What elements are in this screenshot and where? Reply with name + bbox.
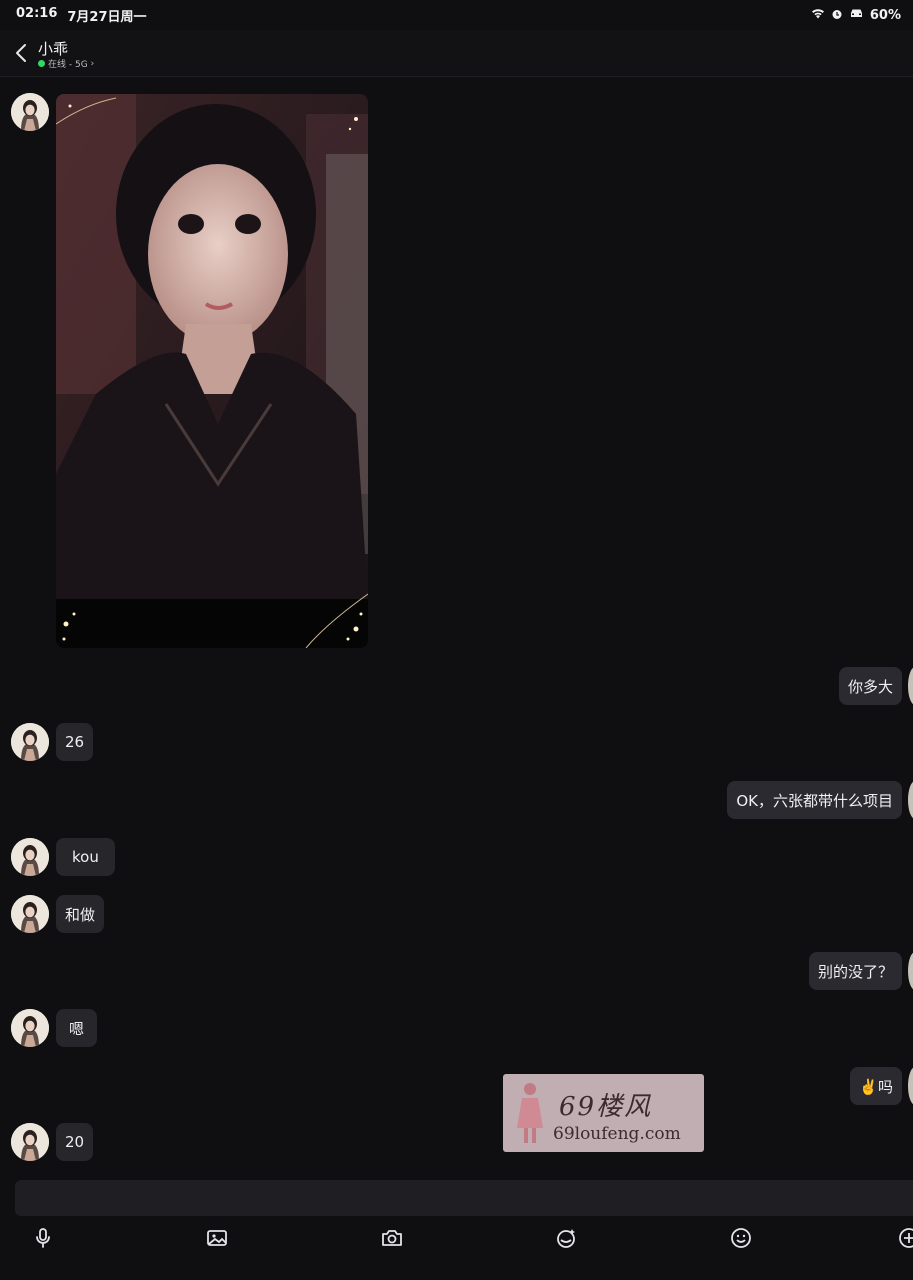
- gallery-button[interactable]: [201, 1222, 233, 1254]
- battery-text: 60%: [869, 7, 901, 23]
- online-indicator: [38, 60, 45, 67]
- watermark-title: 69楼风: [559, 1092, 653, 1122]
- back-button[interactable]: [8, 38, 34, 68]
- own-avatar[interactable]: [908, 667, 913, 705]
- watermark-figure-icon: [517, 1083, 543, 1143]
- plus-icon: [899, 1228, 913, 1248]
- incoming-message[interactable]: 20: [56, 1123, 94, 1161]
- own-avatar[interactable]: [908, 1067, 913, 1105]
- car-icon: [849, 8, 864, 22]
- contact-status-text: 在线 - 5G: [48, 60, 88, 70]
- outgoing-message[interactable]: 你多大: [838, 667, 902, 705]
- contact-avatar[interactable]: [11, 723, 49, 761]
- camera-icon: [382, 1230, 402, 1246]
- wifi-icon: [811, 8, 825, 22]
- status-bar: 02:16 7月27日周一 60%: [0, 0, 913, 30]
- voice-button[interactable]: [27, 1222, 59, 1254]
- status-time: 02:16: [16, 5, 58, 21]
- chat-header: 小乖 在线 - 5G ›: [0, 30, 913, 77]
- status-left: 02:16 7月27日周一: [16, 6, 147, 25]
- microphone-icon: [36, 1228, 50, 1248]
- contact-name[interactable]: 小乖: [38, 38, 68, 59]
- photo-message[interactable]: [56, 94, 368, 648]
- sticker-button[interactable]: [550, 1222, 582, 1254]
- camera-button[interactable]: [376, 1222, 408, 1254]
- contact-avatar[interactable]: [11, 93, 49, 131]
- contact-avatar[interactable]: [11, 1123, 49, 1161]
- emoji-icon: [731, 1228, 751, 1248]
- more-button[interactable]: [897, 1222, 913, 1254]
- own-avatar[interactable]: [908, 781, 913, 819]
- status-right: 60%: [811, 8, 901, 23]
- emoji-button[interactable]: [725, 1222, 757, 1254]
- outgoing-message[interactable]: 别的没了？: [808, 952, 902, 990]
- chevron-left-icon: [16, 44, 26, 62]
- alarm-icon: [831, 8, 843, 23]
- chevron-right-icon: ›: [90, 58, 95, 69]
- incoming-message[interactable]: 嗯: [56, 1009, 98, 1047]
- incoming-message[interactable]: kou: [56, 838, 115, 876]
- sticker-icon: [557, 1229, 575, 1248]
- outgoing-message[interactable]: ✌️吗: [850, 1067, 902, 1105]
- status-date: 7月27日周一: [67, 9, 147, 25]
- incoming-message[interactable]: 和做: [56, 895, 105, 933]
- gallery-icon: [207, 1230, 227, 1246]
- input-toolbar: [0, 1218, 913, 1258]
- watermark-url: 69loufeng.com: [553, 1124, 681, 1144]
- contact-avatar[interactable]: [11, 838, 49, 876]
- contact-status[interactable]: 在线 - 5G ›: [38, 57, 94, 70]
- message-list[interactable]: 你多大 26 OK，六张都带什么项目 kou 和做 别的没了？ 嗯 ✌️吗 20: [0, 78, 913, 1173]
- own-avatar[interactable]: [908, 952, 913, 990]
- incoming-message[interactable]: 26: [56, 723, 94, 761]
- outgoing-message[interactable]: OK，六张都带什么项目: [727, 781, 902, 819]
- contact-avatar[interactable]: [11, 1009, 49, 1047]
- watermark: 69楼风 69loufeng.com: [503, 1074, 704, 1152]
- message-input[interactable]: [15, 1180, 913, 1216]
- contact-avatar[interactable]: [11, 895, 49, 933]
